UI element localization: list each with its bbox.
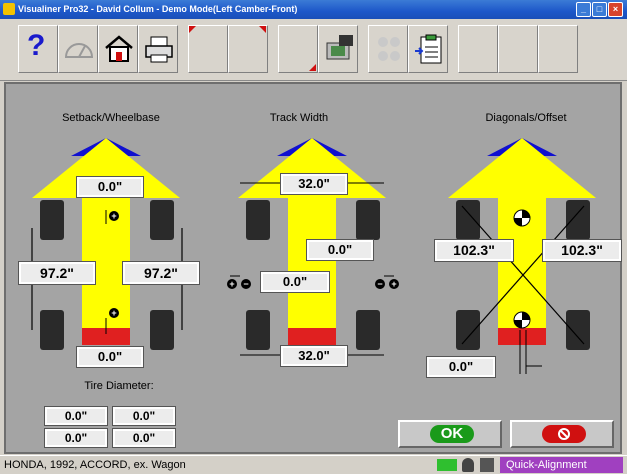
status-bar: HONDA, 1992, ACCORD, ex. Wagon Quick-Ali… — [0, 455, 627, 474]
toolbar-slot-4[interactable] — [458, 25, 498, 73]
car-body — [288, 193, 336, 333]
toolbar-slot-6[interactable] — [538, 25, 578, 73]
toolbar-slot-3[interactable] — [278, 25, 318, 73]
front-left-tire — [246, 200, 270, 240]
ok-button[interactable]: OK — [398, 420, 502, 448]
tire-diameter-front-left: 0.0" — [44, 406, 108, 426]
ok-pill: OK — [430, 425, 474, 443]
help-icon: ? — [27, 29, 46, 62]
setback-wheelbase-diagram: + + — [31, 138, 183, 350]
title-bar: Visualiner Pro32 - David Collum - Demo M… — [0, 0, 627, 19]
toolbar-slot-2[interactable] — [228, 25, 268, 73]
app-icon — [3, 3, 15, 15]
front-left-tire — [456, 200, 480, 240]
front-right-tire — [356, 200, 380, 240]
rear-indicator — [498, 328, 546, 345]
red-corner-icon — [309, 64, 316, 71]
rear-right-tire — [566, 310, 590, 350]
vehicle-specs-button[interactable] — [318, 25, 358, 73]
front-track-width-value: 32.0" — [280, 173, 348, 195]
cancel-pill — [542, 425, 586, 443]
print-button[interactable] — [138, 25, 178, 73]
rear-right-tire — [150, 310, 174, 350]
track-width-title: Track Width — [269, 112, 329, 124]
grid-icon — [480, 458, 494, 472]
front-center-target-icon — [513, 209, 531, 227]
measurement-panel: Setback/Wheelbase + + 0.0" 97.2" 97.2" 0… — [4, 82, 622, 454]
mode-badge: Quick-Alignment — [500, 457, 623, 473]
home-icon — [105, 35, 133, 62]
vehicle-info: HONDA, 1992, ACCORD, ex. Wagon — [4, 459, 186, 471]
track-offset-value: 0.0" — [260, 271, 330, 293]
toolbar-slot-1[interactable] — [188, 25, 228, 73]
home-button[interactable] — [98, 25, 138, 73]
rear-track-width-value: 32.0" — [280, 345, 348, 367]
gauge-icon — [64, 43, 94, 58]
svg-text:−: − — [243, 279, 248, 289]
left-wheelbase-value: 97.2" — [18, 261, 96, 285]
svg-text:+: + — [391, 279, 396, 289]
close-button[interactable]: × — [608, 2, 623, 17]
toolbar-slot-5[interactable] — [498, 25, 538, 73]
left-diagonal-value: 102.3" — [434, 239, 514, 262]
user-icon — [462, 458, 474, 472]
red-corner-icon — [189, 26, 196, 33]
rear-left-tire — [456, 310, 480, 350]
front-right-tire — [566, 200, 590, 240]
maximize-button[interactable]: □ — [592, 2, 607, 17]
svg-text:−: − — [377, 279, 382, 289]
diagonal-offset-value: 0.0" — [426, 356, 496, 378]
diagonals-title: Diagonals/Offset — [485, 112, 567, 124]
tire-diameter-rear-right: 0.0" — [112, 428, 176, 448]
tire-diameter-rear-left: 0.0" — [44, 428, 108, 448]
red-corner-icon — [259, 26, 266, 33]
svg-text:+: + — [229, 279, 234, 289]
front-left-tire — [40, 200, 64, 240]
tire-diameter-front-right: 0.0" — [112, 406, 176, 426]
minimize-button[interactable]: _ — [576, 2, 591, 17]
toolbar: ? — [0, 19, 627, 81]
svg-text:+: + — [111, 308, 116, 318]
rear-left-tire — [246, 310, 270, 350]
computer-icon — [326, 35, 353, 60]
cancel-icon — [558, 428, 570, 440]
setback-title: Setback/Wheelbase — [62, 112, 160, 124]
front-right-tire — [150, 200, 174, 240]
wheels-icon — [378, 37, 400, 61]
svg-text:+: + — [111, 211, 116, 221]
wheel-diagram-button[interactable] — [368, 25, 408, 73]
tire-diameter-title: Tire Diameter: — [84, 380, 154, 392]
right-wheelbase-value: 97.2" — [122, 261, 200, 285]
status-indicator — [437, 459, 457, 471]
track-center-value: 0.0" — [306, 239, 374, 261]
cancel-button[interactable] — [510, 420, 614, 448]
front-setback-value: 0.0" — [76, 176, 144, 198]
rear-center-target-icon — [513, 311, 531, 329]
right-diagonal-value: 102.3" — [542, 239, 622, 262]
window-title: Visualiner Pro32 - David Collum - Demo M… — [18, 4, 298, 14]
gauge-button[interactable] — [58, 25, 98, 73]
help-button[interactable]: ? — [18, 25, 58, 73]
car-hood — [448, 138, 596, 198]
printer-icon — [145, 36, 173, 63]
rear-right-tire — [356, 310, 380, 350]
rear-setback-value: 0.0" — [76, 346, 144, 368]
clipboard-icon — [415, 34, 442, 64]
rear-indicator — [288, 328, 336, 345]
rear-left-tire — [40, 310, 64, 350]
report-button[interactable] — [408, 25, 448, 73]
